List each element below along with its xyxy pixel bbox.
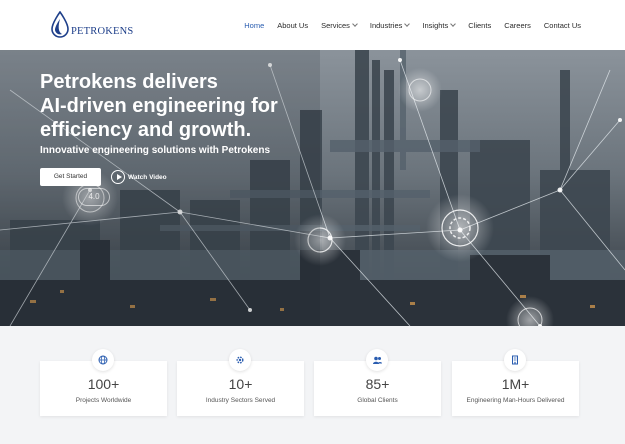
nav-label: Careers: [504, 20, 531, 30]
nav-label: Industries: [369, 20, 403, 30]
logo-text: PETROKENS: [71, 26, 134, 37]
industry-badge: 4.0: [78, 188, 110, 206]
gear-icon: [229, 349, 251, 371]
nav-careers[interactable]: Careers: [504, 21, 531, 30]
stat-label: Projects Worldwide: [75, 397, 132, 404]
nav-label: Insights: [422, 20, 449, 30]
stat-card: 10+ Industry Sectors Served: [177, 349, 304, 416]
hero-title-line: Petrokens delivers: [40, 71, 218, 93]
chevron-down-icon: [352, 21, 358, 27]
watch-video-label: Watch Video: [128, 173, 167, 181]
stat-value: 1M+: [501, 376, 530, 392]
hero-title-line: efficiency and growth.: [40, 119, 252, 141]
nav-label: Services: [321, 20, 350, 30]
get-started-button[interactable]: Get Started: [40, 168, 101, 186]
chevron-down-icon: [404, 21, 411, 27]
nav-label: Home: [244, 20, 265, 30]
chevron-down-icon: [450, 21, 457, 27]
stat-value: 10+: [228, 376, 253, 392]
building-icon: [504, 349, 526, 371]
nav-home[interactable]: Home: [244, 21, 264, 30]
stat-label: Global Clients: [357, 397, 398, 404]
stat-value: 85+: [365, 376, 390, 392]
hero-title: Petrokens delivers AI-driven engineering…: [40, 70, 340, 142]
nav-label: About Us: [277, 20, 309, 30]
stat-card: 1M+ Engineering Man-Hours Delivered: [452, 349, 579, 416]
stats-section: 100+ Projects Worldwide 10+ Industry Sec…: [0, 326, 625, 444]
logo[interactable]: PETROKENS: [50, 11, 134, 39]
logo-drop-icon: [51, 11, 69, 38]
hero-subtitle: Innovative engineering solutions with Pe…: [40, 145, 271, 156]
users-icon: [366, 349, 388, 371]
hero-section: 4.0 Petrokens delivers AI-driven enginee…: [0, 50, 625, 326]
industry-badge-text: 4.0: [88, 192, 100, 201]
nav-about[interactable]: About Us: [277, 21, 308, 30]
stat-label: Engineering Man-Hours Delivered: [466, 397, 565, 404]
watch-video-button[interactable]: Watch Video: [111, 169, 167, 185]
hero-title-line: AI-driven engineering for: [40, 95, 278, 117]
nav-services[interactable]: Services: [321, 20, 358, 30]
stat-label: Industry Sectors Served: [205, 397, 276, 404]
nav-clients[interactable]: Clients: [468, 21, 491, 30]
site-header: PETROKENS Home About Us Services Industr…: [0, 0, 625, 50]
nav-insights[interactable]: Insights: [422, 20, 457, 30]
nav-label: Clients: [468, 20, 492, 30]
stat-value: 100+: [87, 376, 120, 392]
stat-card: 85+ Global Clients: [314, 349, 441, 416]
globe-icon: [92, 349, 114, 371]
nav-label: Contact Us: [543, 20, 581, 30]
stat-card: 100+ Projects Worldwide: [40, 349, 167, 416]
play-icon: [111, 170, 125, 184]
main-nav: Home About Us Services Industries Insigh…: [231, 0, 581, 50]
nav-industries[interactable]: Industries: [369, 20, 411, 30]
nav-contact[interactable]: Contact Us: [544, 21, 581, 30]
